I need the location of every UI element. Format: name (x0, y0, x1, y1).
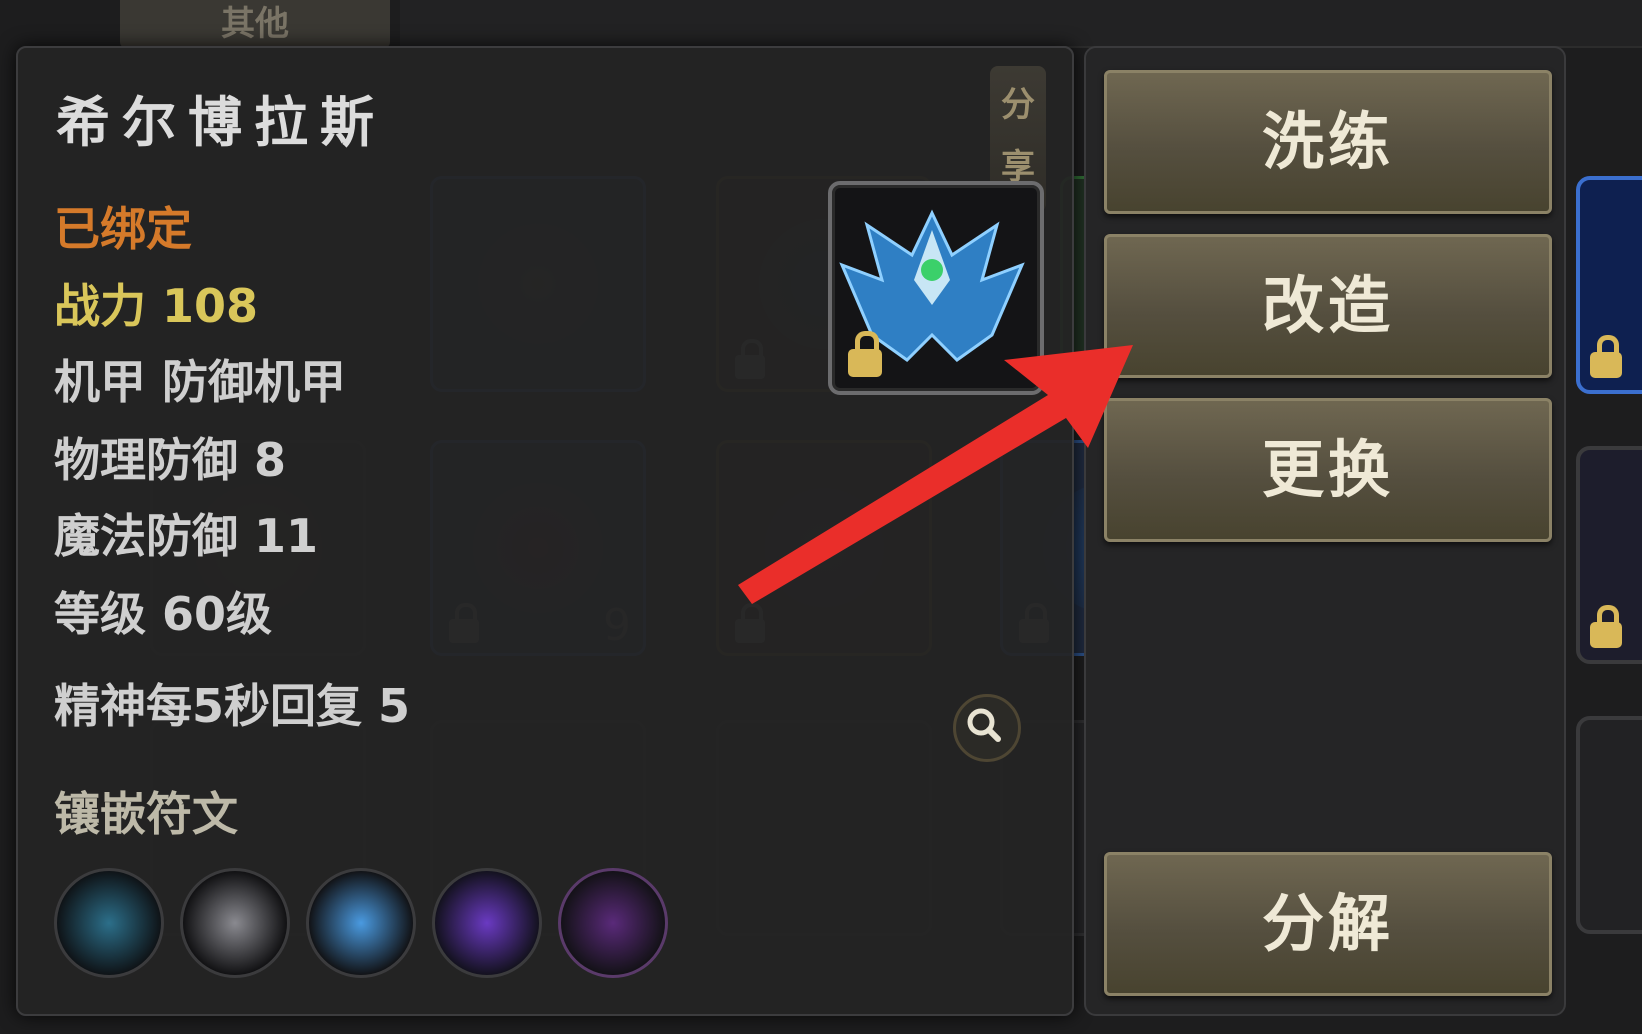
rune-5-icon[interactable] (558, 868, 668, 978)
item-tooltip: 希尔博拉斯 分 享 已绑定 战力 108 机甲 防御机甲 物理防御 8 魔法防御… (16, 46, 1074, 1016)
rune-3-icon[interactable] (306, 868, 416, 978)
inventory-slot-edge[interactable] (1576, 716, 1642, 934)
item-type: 机甲 防御机甲 (54, 355, 347, 409)
lock-icon (848, 331, 882, 377)
inventory-slot-edge[interactable] (1576, 446, 1642, 664)
rune-section-title: 镶嵌符文 (54, 787, 238, 841)
inspect-button[interactable] (953, 694, 1021, 762)
bound-status: 已绑定 (54, 202, 192, 256)
rune-1-icon[interactable] (54, 868, 164, 978)
item-level: 等级 60级 (54, 587, 273, 641)
spirit-regen: 精神每5秒回复 5 (54, 679, 411, 733)
game-screen: 其他 9 20 希尔博拉斯 (0, 0, 1642, 1034)
inventory-top-bar (400, 0, 1642, 48)
search-icon (967, 708, 1001, 742)
combat-power: 战力 108 (54, 279, 259, 333)
inventory-tab-other[interactable]: 其他 (120, 0, 390, 48)
magic-defense: 魔法防御 11 (54, 509, 319, 563)
refine-button[interactable]: 洗练 (1104, 70, 1552, 214)
rune-2-icon[interactable] (180, 868, 290, 978)
lock-icon (1590, 335, 1622, 378)
rune-4-icon[interactable] (432, 868, 542, 978)
physical-defense: 物理防御 8 (54, 433, 287, 487)
replace-button[interactable]: 更换 (1104, 398, 1552, 542)
inventory-slot-edge[interactable] (1576, 176, 1642, 394)
item-name: 希尔博拉斯 (56, 90, 386, 154)
dismantle-button[interactable]: 分解 (1104, 852, 1552, 996)
item-action-menu: 洗练 改造 更换 分解 (1084, 46, 1566, 1016)
modify-button[interactable]: 改造 (1104, 234, 1552, 378)
lock-icon (1590, 605, 1622, 648)
share-label-1: 分 (1001, 85, 1035, 125)
equipped-item-slot[interactable] (828, 181, 1044, 395)
